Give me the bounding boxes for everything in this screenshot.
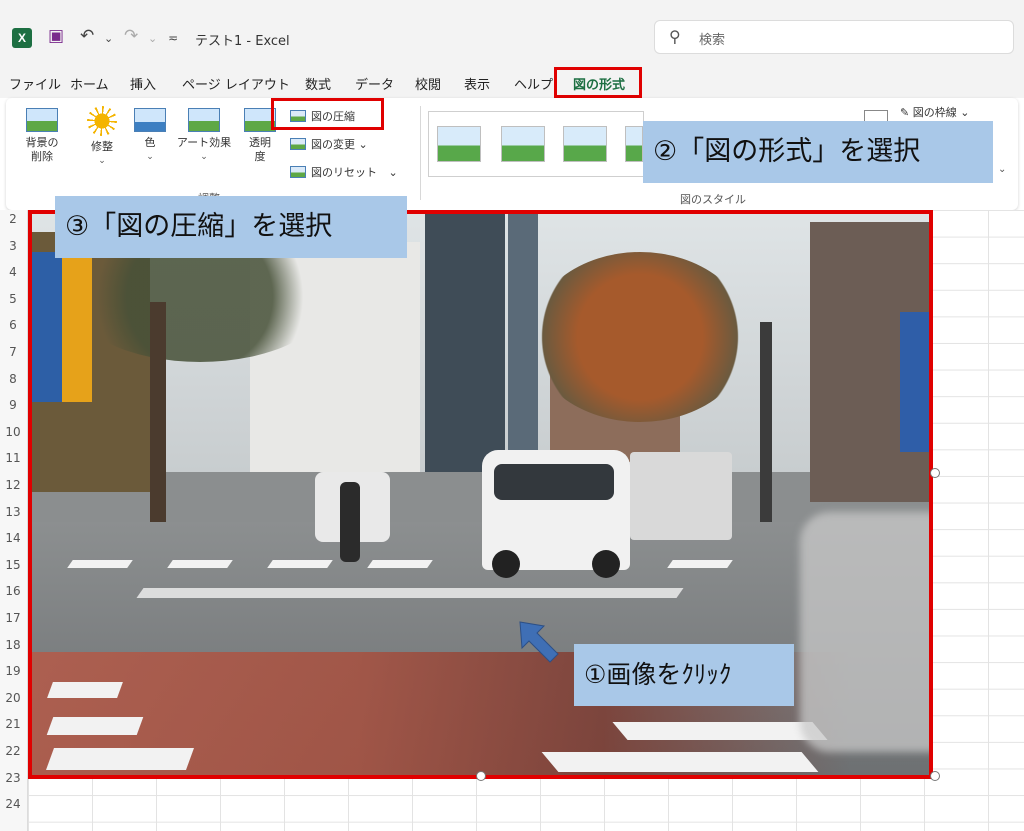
ribbon-tabs: ファイル ホーム 挿入 ページ レイアウト 数式 データ 校閲 表示 ヘルプ 図… <box>0 66 1024 98</box>
tab-formulas[interactable]: 数式 <box>305 74 331 93</box>
resize-handle[interactable] <box>930 771 940 781</box>
picture-styles-gallery[interactable] <box>428 111 644 177</box>
chevron-down-icon: ⌄ <box>146 152 154 162</box>
row-number[interactable]: 6 <box>0 318 26 332</box>
corrections-button[interactable]: 修整 ⌄ <box>80 106 124 168</box>
picture-border-button[interactable]: ✎ 図の枠線 ⌄ <box>900 104 969 120</box>
picture-style-thumb[interactable] <box>563 126 607 162</box>
row-number[interactable]: 9 <box>0 398 26 412</box>
artistic-effects-icon <box>188 108 220 132</box>
search-input[interactable]: 検索 <box>699 29 725 48</box>
search-box[interactable]: ⚲ 検索 <box>654 20 1014 54</box>
row-number[interactable]: 8 <box>0 372 26 386</box>
row-number[interactable]: 14 <box>0 531 26 545</box>
remove-background-icon <box>26 108 58 132</box>
reset-picture-label: 図のリセット <box>311 166 377 179</box>
row-number[interactable]: 22 <box>0 744 26 758</box>
tab-help[interactable]: ヘルプ <box>514 74 553 93</box>
resize-handle[interactable] <box>476 771 486 781</box>
transparency-label-2: 度 <box>254 150 266 163</box>
picture-style-thumb[interactable] <box>501 126 545 162</box>
row-number[interactable]: 23 <box>0 771 26 785</box>
row-number[interactable]: 20 <box>0 691 26 705</box>
row-header-column: 2 3 4 5 6 7 8 9 10 11 12 13 14 15 16 17 18 19 20 21 22 23 24 <box>0 210 28 831</box>
row-number[interactable]: 17 <box>0 611 26 625</box>
change-picture-label: 図の変更 <box>311 138 355 151</box>
corrections-label: 修整 <box>91 140 113 153</box>
compress-highlight <box>271 98 384 130</box>
picture-format-highlight <box>554 67 642 98</box>
row-number[interactable]: 12 <box>0 478 26 492</box>
redo-icon[interactable]: ↷ <box>124 26 138 46</box>
picture-style-thumb[interactable] <box>625 126 643 162</box>
arrow-icon <box>519 621 559 663</box>
color-label: 色 <box>144 136 156 149</box>
tab-review[interactable]: 校閲 <box>415 74 441 93</box>
row-number[interactable]: 3 <box>0 239 26 253</box>
change-picture-icon <box>290 138 306 150</box>
remove-background-label-1: 背景の <box>25 136 59 149</box>
row-number[interactable]: 16 <box>0 584 26 598</box>
tab-data[interactable]: データ <box>355 74 394 93</box>
redo-dropdown-icon[interactable]: ⌄ <box>148 32 157 45</box>
remove-background-button[interactable]: 背景の 削除 <box>20 108 64 164</box>
reset-picture-button[interactable]: 図のリセット ⌄ <box>290 164 398 180</box>
color-icon <box>134 108 166 132</box>
row-number[interactable]: 7 <box>0 345 26 359</box>
customize-toolbar-icon[interactable]: ≂ <box>168 31 178 45</box>
row-number[interactable]: 11 <box>0 451 26 465</box>
artistic-effects-label: アート効果 <box>176 136 232 149</box>
tab-file[interactable]: ファイル <box>9 74 61 93</box>
artistic-effects-button[interactable]: アート効果 ⌄ <box>172 108 236 164</box>
row-number[interactable]: 4 <box>0 265 26 279</box>
transparency-label-1: 透明 <box>249 136 271 149</box>
tab-page-layout[interactable]: ページ レイアウト <box>182 74 290 93</box>
row-number[interactable]: 19 <box>0 664 26 678</box>
search-icon: ⚲ <box>669 27 681 46</box>
resize-handle[interactable] <box>930 468 940 478</box>
callout-step-2: ②「図の形式」を選択 <box>643 121 993 183</box>
chevron-down-icon: ⌄ <box>98 156 106 166</box>
remove-background-label-2: 削除 <box>31 150 53 163</box>
picture-styles-group-label: 図のスタイル <box>680 193 746 206</box>
excel-logo-icon: X <box>12 28 32 48</box>
row-number[interactable]: 5 <box>0 292 26 306</box>
change-picture-button[interactable]: 図の変更 ⌄ <box>290 136 368 152</box>
group-divider <box>420 106 421 200</box>
tab-home[interactable]: ホーム <box>70 74 109 93</box>
tab-view[interactable]: 表示 <box>464 74 490 93</box>
row-number[interactable]: 13 <box>0 505 26 519</box>
reset-picture-icon <box>290 166 306 178</box>
document-title: テスト1 - Excel <box>195 34 290 49</box>
undo-dropdown-icon[interactable]: ⌄ <box>104 32 113 45</box>
title-bar: X ▣ ↶ ⌄ ↷ ⌄ ≂ テスト1 - Excel ⚲ 検索 <box>0 0 1024 66</box>
picture-style-thumb[interactable] <box>437 126 481 162</box>
sun-icon <box>87 106 117 136</box>
save-icon[interactable]: ▣ <box>48 26 64 46</box>
chevron-down-icon: ⌄ <box>388 166 398 179</box>
picture-border-label: 図の枠線 <box>912 106 957 119</box>
callout-step-3: ③「図の圧縮」を選択 <box>55 196 407 258</box>
row-number[interactable]: 24 <box>0 797 26 811</box>
gallery-more-icon[interactable]: ⌄ <box>998 164 1006 175</box>
tab-insert[interactable]: 挿入 <box>130 74 156 93</box>
callout-step-1: ①画像をｸﾘｯｸ <box>574 644 794 706</box>
row-number[interactable]: 10 <box>0 425 26 439</box>
chevron-down-icon: ⌄ <box>200 152 208 162</box>
color-button[interactable]: 色 ⌄ <box>130 108 170 164</box>
picture-selection-highlight <box>28 210 933 779</box>
row-number[interactable]: 15 <box>0 558 26 572</box>
row-number[interactable]: 21 <box>0 717 26 731</box>
row-number[interactable]: 18 <box>0 638 26 652</box>
chevron-down-icon: ⌄ <box>358 138 368 151</box>
row-number[interactable]: 2 <box>0 212 26 226</box>
undo-icon[interactable]: ↶ <box>80 26 94 46</box>
